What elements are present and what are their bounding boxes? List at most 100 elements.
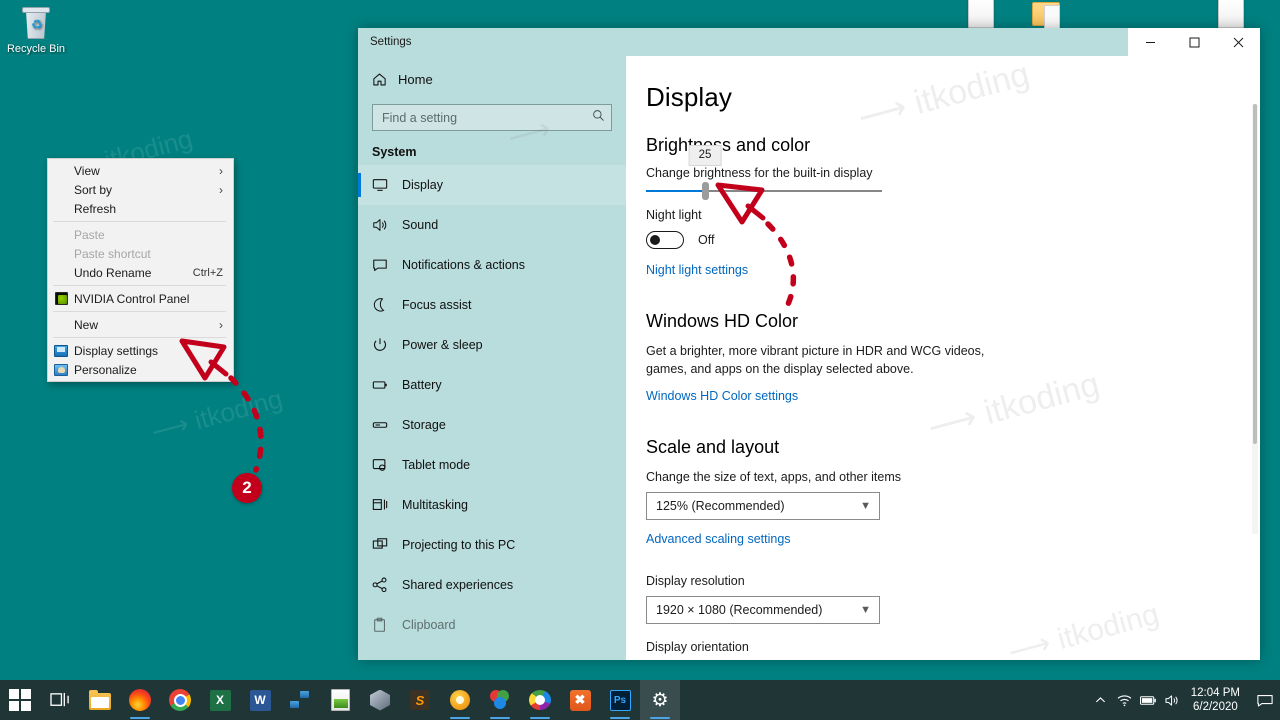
taskbar-settings[interactable]: ⚙ [640, 680, 680, 720]
recycle-bin-icon: ♻ [20, 6, 52, 40]
monitor-icon [372, 177, 402, 193]
sidebar-home-label: Home [398, 71, 433, 87]
taskbar-word[interactable]: W [240, 680, 280, 720]
night-light-toggle-row[interactable]: Off [646, 231, 1260, 250]
clock-date: 6/2/2020 [1193, 701, 1238, 713]
taskbar-xmind[interactable]: ✖ [560, 680, 600, 720]
windows-logo-icon [9, 689, 31, 711]
context-menu-item-sort-by[interactable]: Sort by › [48, 180, 233, 199]
sidebar-item-storage[interactable]: Storage [358, 405, 626, 445]
taskbar-task-view-button[interactable] [40, 680, 80, 720]
sidebar-item-notifications-actions[interactable]: Notifications & actions [358, 245, 626, 285]
menu-separator [53, 337, 226, 338]
night-light-toggle[interactable] [646, 231, 684, 250]
taskbar-cube-app[interactable] [360, 680, 400, 720]
content-scrollbar[interactable] [1252, 104, 1258, 534]
maximize-button[interactable] [1172, 28, 1216, 56]
menu-label: Display settings [74, 343, 159, 358]
hd-color-settings-link[interactable]: Windows HD Color settings [646, 389, 798, 403]
night-light-settings-link[interactable]: Night light settings [646, 263, 748, 277]
context-menu-item-refresh[interactable]: Refresh [48, 199, 233, 218]
battery-icon[interactable] [1137, 680, 1161, 720]
nvidia-icon [54, 292, 68, 305]
taskbar-start-button[interactable] [0, 680, 40, 720]
scale-layout-heading: Scale and layout [646, 436, 780, 457]
sidebar-item-home[interactable]: Home [358, 62, 626, 96]
word-icon: W [249, 689, 271, 711]
scale-dropdown[interactable]: 125% (Recommended) ▼ [646, 491, 880, 520]
context-menu-item-personalize[interactable]: Personalize [48, 360, 233, 379]
menu-label: Personalize [74, 362, 137, 377]
scrollbar-thumb[interactable] [1253, 104, 1257, 444]
hd-color-description: Get a brighter, more vibrant picture in … [646, 344, 985, 377]
taskbar-camtasia[interactable] [480, 680, 520, 720]
taskbar-sublime-text[interactable]: S [400, 680, 440, 720]
hd-color-heading: Windows HD Color [646, 311, 799, 332]
annotation-badge-2: 2 [232, 473, 262, 503]
taskbar-photoshop[interactable]: Ps [600, 680, 640, 720]
annotation-dashed-line-2 [228, 375, 264, 473]
taskbar-network-tool[interactable] [280, 680, 320, 720]
search-icon [592, 109, 605, 127]
sidebar-item-projecting-to-this-pc[interactable]: Projecting to this PC [358, 525, 626, 565]
search-input[interactable] [382, 110, 592, 125]
sidebar-item-battery[interactable]: Battery [358, 365, 626, 405]
settings-sidebar[interactable]: ⟶ Home System [358, 56, 626, 660]
advanced-scaling-link[interactable]: Advanced scaling settings [646, 532, 791, 546]
context-menu-item-view[interactable]: View › [48, 161, 233, 180]
sidebar-item-focus-assist[interactable]: Focus assist [358, 285, 626, 325]
firefox-icon [129, 689, 151, 711]
context-menu-item-new[interactable]: New › [48, 315, 233, 334]
desktop[interactable]: ⟶ itkoding ⟶ itkoding ⟶ itkoding ♻ Recyc… [0, 0, 1280, 720]
context-menu-item-display-settings[interactable]: Display settings [48, 341, 233, 360]
sidebar-item-tablet-mode[interactable]: Tablet mode [358, 445, 626, 485]
taskbar-image-viewer[interactable] [320, 680, 360, 720]
taskbar-chrome[interactable] [160, 680, 200, 720]
taskbar-file-explorer[interactable] [80, 680, 120, 720]
sidebar-item-label: Focus assist [402, 298, 472, 312]
taskbar-clock[interactable]: 12:04 PM 6/2/2020 [1185, 686, 1250, 715]
desktop-icon-document-2[interactable] [1218, 0, 1244, 28]
system-tray[interactable]: 12:04 PM 6/2/2020 [1089, 680, 1280, 720]
resolution-dropdown[interactable]: 1920 × 1080 (Recommended) ▼ [646, 595, 880, 624]
sidebar-item-label: Multitasking [402, 498, 468, 512]
sidebar-item-label: Notifications & actions [402, 258, 525, 272]
taskbar-rainbow-app[interactable] [520, 680, 560, 720]
sidebar-item-clipboard[interactable]: Clipboard [358, 605, 626, 645]
context-menu-item-nvidia-control-panel[interactable]: NVIDIA Control Panel [48, 289, 233, 308]
desktop-context-menu[interactable]: View › Sort by › Refresh Paste Paste sho… [47, 158, 234, 382]
tablet-icon [372, 457, 402, 473]
action-center-button[interactable] [1250, 680, 1280, 720]
settings-window[interactable]: Settings ⟶ Home Find a setting System Di… [358, 28, 1260, 660]
minimize-button[interactable] [1128, 28, 1172, 56]
desktop-icon-recycle-bin[interactable]: ♻ Recycle Bin [4, 6, 68, 56]
context-menu-item-undo-rename[interactable]: Undo Rename Ctrl+Z [48, 263, 233, 282]
brightness-heading: Brightness and color [646, 135, 811, 155]
sidebar-item-multitasking[interactable]: Multitasking [358, 485, 626, 525]
sidebar-item-sound[interactable]: Sound [358, 205, 626, 245]
document-icon [1218, 0, 1244, 28]
close-button[interactable] [1216, 28, 1260, 56]
desktop-icon-document[interactable] [968, 0, 994, 28]
sidebar-item-display[interactable]: Display [358, 165, 626, 205]
search-box[interactable] [372, 104, 612, 131]
slider-thumb[interactable] [702, 182, 709, 201]
chevron-up-icon[interactable] [1089, 680, 1113, 720]
window-title-bar[interactable]: Settings [358, 28, 1260, 56]
volume-icon[interactable] [1161, 680, 1185, 720]
orientation-label: Display orientation [646, 639, 749, 654]
taskbar-orange-app[interactable] [440, 680, 480, 720]
slider-fill [646, 190, 705, 193]
sidebar-item-shared-experiences[interactable]: Shared experiences [358, 565, 626, 605]
taskbar-excel[interactable]: X [200, 680, 240, 720]
sidebar-item-power-sleep[interactable]: Power & sleep [358, 325, 626, 365]
clipboard-icon [372, 617, 402, 633]
brightness-slider[interactable]: 25 [646, 145, 882, 201]
battery-icon [372, 377, 402, 393]
taskbar-firefox[interactable] [120, 680, 160, 720]
moon-icon [372, 297, 402, 313]
wifi-icon[interactable] [1113, 680, 1137, 720]
taskbar[interactable]: X W S ✖ Ps ⚙ 12:04 PM 6/2/2020 [0, 680, 1280, 720]
network-icon [289, 689, 311, 711]
slider-track[interactable] [646, 182, 882, 201]
